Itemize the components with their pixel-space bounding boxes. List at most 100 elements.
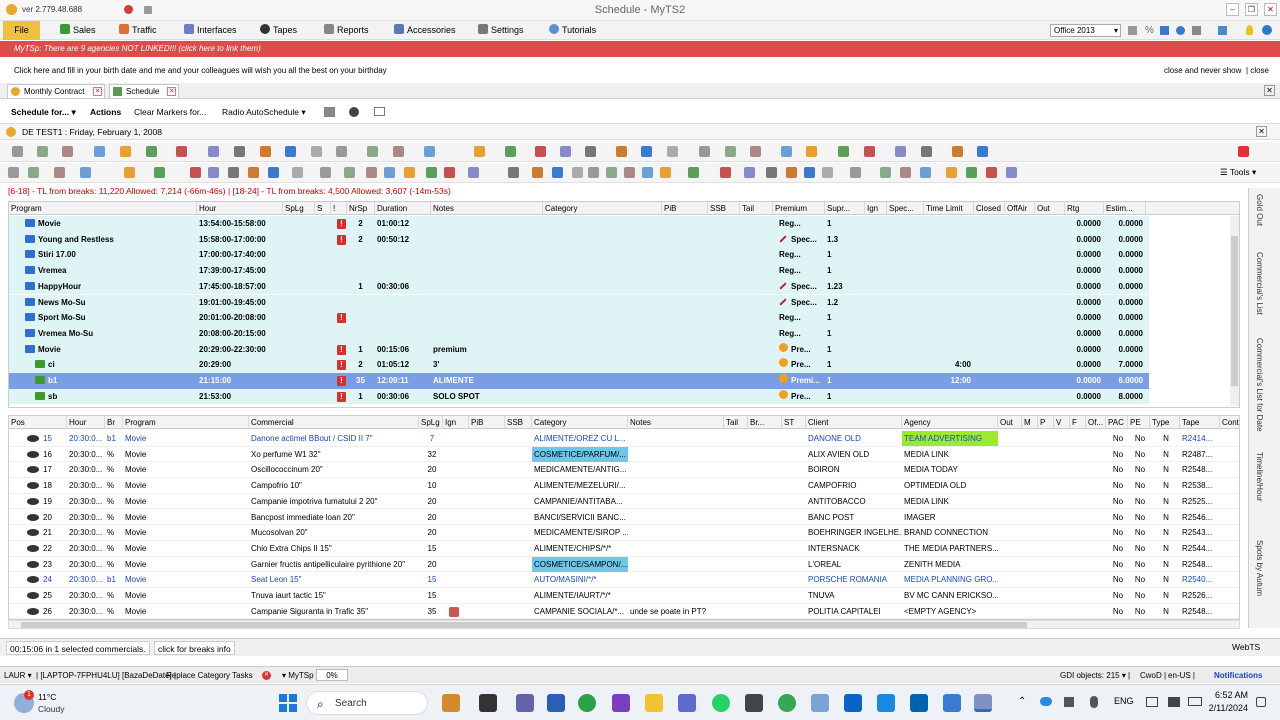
windows-start-icon[interactable] — [279, 694, 297, 712]
notification-bell-icon[interactable] — [1256, 697, 1266, 707]
column-header[interactable]: Program — [9, 202, 197, 215]
toolbar-icon[interactable] — [336, 146, 347, 157]
program-row[interactable]: Young and Restless 15:58:00-17:00:00 2 00:5… — [9, 231, 1149, 248]
column-header[interactable]: Hour — [197, 202, 283, 215]
app-dark-icon[interactable] — [479, 694, 497, 712]
commercial-row[interactable]: 22 20:30:0...% Movie Chio Extra Chips II 15… — [9, 540, 1239, 557]
toolbar-icon[interactable] — [384, 167, 395, 178]
tool-icon-2[interactable] — [1160, 26, 1169, 35]
toolbar-icon[interactable] — [146, 146, 157, 157]
birthday-notice[interactable]: Click here and fill in your birth date a… — [0, 64, 1280, 78]
toolbar-icon[interactable] — [977, 146, 988, 157]
toolbar-icon[interactable] — [642, 167, 653, 178]
column-header[interactable]: Duration — [375, 202, 431, 215]
toolbar-icon[interactable] — [366, 167, 377, 178]
column-header[interactable]: Pos — [9, 416, 67, 429]
menu-traffic[interactable]: Traffic — [115, 21, 157, 40]
toolbar-icon[interactable] — [766, 167, 777, 178]
close-all-tabs-button[interactable]: ✕ — [1264, 85, 1275, 96]
column-header[interactable]: M — [1022, 416, 1038, 429]
tool-icon-3[interactable] — [1192, 26, 1201, 35]
toolbar-icon[interactable] — [208, 146, 219, 157]
toolbar-icon[interactable] — [616, 146, 627, 157]
toolbar-icon[interactable] — [208, 167, 219, 178]
column-header[interactable]: SSB — [505, 416, 532, 429]
close-icon[interactable]: ✕ — [1256, 126, 1267, 137]
column-header[interactable]: PiB — [469, 416, 505, 429]
volume-icon[interactable] — [1168, 697, 1180, 707]
column-header[interactable]: Tail — [724, 416, 748, 429]
toolbar-icon[interactable] — [585, 146, 596, 157]
commercial-row[interactable]: 18 20:30:0...% Movie Campofrio 10" 10 ALIMENT… — [9, 478, 1239, 494]
side-tab-commercials-list[interactable]: Commercial's List — [1255, 252, 1264, 315]
column-header[interactable]: Category — [532, 416, 628, 429]
close-icon[interactable]: ✕ — [93, 87, 102, 96]
side-tab-timeline-hour[interactable]: Timeline/Hour — [1255, 452, 1264, 502]
column-header[interactable]: Br — [105, 416, 123, 429]
help-icon[interactable] — [1262, 25, 1272, 35]
toolbar-icon[interactable] — [474, 146, 485, 157]
vscode-icon[interactable] — [877, 694, 895, 712]
column-header[interactable]: Estim... — [1104, 202, 1146, 215]
bomb-icon[interactable] — [349, 107, 359, 117]
program-row[interactable]: Movie 20:29:00-22:30:00 1 00:15:06 premium 1 0… — [9, 341, 1149, 358]
program-row[interactable]: Movie 13:54:00-15:58:00 2 01:00:12 1 0.0000 0.… — [9, 216, 1149, 232]
toolbar-icon[interactable] — [552, 167, 563, 178]
commercial-row[interactable]: 17 20:30:0...% Movie Oscillococcinum 20" 20 M… — [9, 462, 1239, 479]
commercial-row[interactable]: 26 20:30:0...% Movie Campanie Siguranta in … — [9, 603, 1239, 619]
commercial-row[interactable]: 25 20:30:0...% Movie Tnuva iaurt tactic 15"… — [9, 588, 1239, 604]
toolbar-icon[interactable] — [124, 167, 135, 178]
toolbar-icon[interactable] — [120, 146, 131, 157]
outlook-icon[interactable] — [844, 694, 862, 712]
tab-monthly-contract[interactable]: Monthly Contract ✕ — [7, 84, 105, 99]
toolbar-icon[interactable] — [37, 146, 48, 157]
taskbar-search[interactable]: ⌕ Search — [306, 691, 428, 715]
column-header[interactable]: F — [1070, 416, 1086, 429]
myts-app-icon[interactable] — [974, 694, 992, 712]
cloud-icon[interactable] — [1040, 697, 1052, 706]
breaks-info-link[interactable]: click for breaks info — [154, 641, 235, 655]
column-header[interactable]: SpLg — [283, 202, 315, 215]
scrollbar-thumb[interactable] — [21, 622, 1027, 628]
column-header[interactable]: ! — [331, 202, 347, 215]
close-icon[interactable] — [1238, 146, 1249, 157]
toolbar-icon[interactable] — [344, 167, 355, 178]
visual-studio-icon[interactable] — [612, 694, 630, 712]
column-header[interactable]: Agency — [902, 416, 998, 429]
scrollbar-thumb[interactable] — [1231, 236, 1238, 386]
toolbar-icon[interactable] — [660, 167, 671, 178]
menu-sales[interactable]: Sales — [56, 21, 96, 40]
toolbar-icon[interactable] — [838, 146, 849, 157]
chrome-icon[interactable] — [778, 694, 796, 712]
tool-icon-1[interactable] — [1128, 26, 1137, 35]
toolbar-icon[interactable] — [688, 167, 699, 178]
program-row[interactable]: HappyHour 17:45:00-18:57:00 1 00:30:06 1.23 0… — [9, 278, 1149, 295]
toolbar-icon[interactable] — [806, 146, 817, 157]
column-header[interactable]: Ign — [865, 202, 887, 215]
toolbar-icon[interactable] — [804, 167, 815, 178]
toolbar-icon[interactable] — [606, 167, 617, 178]
tab-schedule[interactable]: Schedule ✕ — [109, 84, 179, 99]
app-image-icon[interactable] — [811, 694, 829, 712]
toolbar-icon[interactable] — [588, 167, 599, 178]
menu-accessories[interactable]: Accessories — [390, 21, 456, 40]
app-window-icon[interactable] — [910, 694, 928, 712]
commercial-row[interactable]: 16 20:30:0...% Movie Xo perfume W1 32" 32 COS… — [9, 446, 1239, 463]
close-never-link[interactable]: close and never show — [1164, 64, 1241, 78]
toolbar-icon[interactable] — [28, 167, 39, 178]
column-header[interactable]: Hour — [67, 416, 105, 429]
program-row[interactable]: Vremea 17:39:00-17:45:00 1 0.0000 0.0000 Reg.… — [9, 263, 1149, 279]
column-header[interactable]: Premium — [773, 202, 825, 215]
column-header[interactable]: Supr... — [825, 202, 865, 215]
column-header[interactable]: PE — [1128, 416, 1150, 429]
edge-icon[interactable] — [578, 694, 596, 712]
toolbar-icon[interactable] — [190, 167, 201, 178]
column-header[interactable]: Closed — [974, 202, 1005, 215]
column-header[interactable]: Out — [1035, 202, 1065, 215]
toolbar-icon[interactable] — [535, 146, 546, 157]
toolbar-icon[interactable] — [946, 167, 957, 178]
column-header[interactable]: Cont — [1220, 416, 1239, 429]
column-header[interactable]: NrSp — [347, 202, 375, 215]
clock-date[interactable]: 2/11/2024 — [1206, 703, 1248, 713]
column-header[interactable]: Program — [123, 416, 249, 429]
